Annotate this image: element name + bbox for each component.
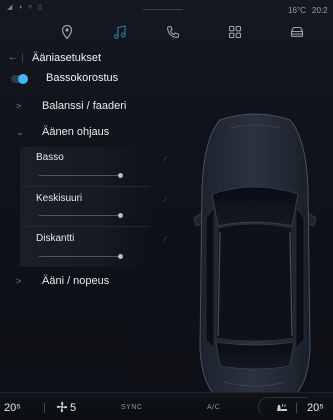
treble-slider-label: Diskantti: [36, 233, 75, 244]
top-navigation: [0, 17, 333, 47]
bass-slider-label: Basso: [36, 152, 64, 163]
mid-slider-knob[interactable]: [118, 213, 123, 218]
driver-temperature[interactable]: 20⁵: [4, 402, 21, 414]
driver-temperature-value: 20: [4, 402, 17, 414]
status-divider: [143, 9, 183, 10]
car-icon[interactable]: [284, 21, 310, 43]
header-divider: [22, 53, 23, 63]
mid-slider-track[interactable]: [39, 215, 121, 216]
bass-boost-row[interactable]: Bassokorostus: [0, 70, 170, 88]
equalizer-panel: [20, 147, 150, 267]
apps-grid-icon[interactable]: [222, 21, 248, 43]
page-title: Ääniasetukset: [32, 52, 102, 64]
bass-slider-knob[interactable]: [118, 173, 123, 178]
chevron-down-icon: ⌄: [16, 127, 24, 137]
ac-button[interactable]: A/C: [207, 404, 220, 411]
toggle-knob: [18, 74, 28, 84]
sound-settings-header: ← Ääniasetukset: [0, 50, 170, 68]
clock: 20:2: [312, 6, 328, 15]
treble-slider-marker: ⁄: [165, 236, 167, 243]
phone-icon[interactable]: [160, 21, 186, 43]
passenger-temperature-decimal: ⁵: [319, 402, 324, 414]
passenger-temperature[interactable]: 20⁵: [307, 402, 324, 414]
status-icons: ◢ ◖ ▿ ▯: [7, 4, 44, 11]
climate-divider: [44, 403, 45, 413]
treble-slider-track[interactable]: [39, 256, 121, 257]
sound-control-label: Äänen ohjaus: [42, 126, 110, 138]
speed-volume-row[interactable]: > Ääni / nopeus: [0, 273, 170, 291]
sync-button[interactable]: SYNC: [121, 404, 142, 411]
music-note-icon[interactable]: [107, 21, 133, 43]
passenger-temperature-value: 20: [307, 402, 320, 414]
mid-slider-label: Keskisuuri: [36, 193, 83, 204]
bass-slider-track[interactable]: [39, 175, 121, 176]
fan-icon[interactable]: [56, 401, 68, 413]
chevron-right-icon: >: [16, 276, 22, 286]
car-top-view-image: [193, 113, 317, 405]
treble-slider-knob[interactable]: [118, 254, 123, 259]
seat-heating-icon[interactable]: [276, 402, 289, 413]
slider-divider: [20, 226, 150, 227]
sound-control-row[interactable]: ⌄ Äänen ohjaus: [0, 124, 170, 142]
balance-fader-label: Balanssi / faaderi: [42, 100, 127, 112]
bass-boost-toggle[interactable]: [11, 74, 28, 84]
outside-temperature: 16°C: [288, 6, 306, 15]
climate-divider: [296, 403, 297, 413]
bass-slider-marker: ⁄: [165, 156, 167, 163]
climate-bar: 20⁵ 5 SYNC A/C 20⁵: [0, 392, 333, 420]
location-pin-icon[interactable]: [54, 21, 80, 43]
mid-slider-marker: ⁄: [165, 197, 167, 204]
fan-speed-value[interactable]: 5: [70, 402, 76, 414]
balance-fader-row[interactable]: > Balanssi / faaderi: [0, 98, 170, 116]
chevron-right-icon: >: [16, 101, 22, 111]
slider-divider: [20, 186, 150, 187]
back-arrow-icon[interactable]: ←: [8, 52, 18, 63]
bass-boost-label: Bassokorostus: [46, 72, 119, 84]
driver-temperature-decimal: ⁵: [16, 402, 21, 414]
status-bar: ◢ ◖ ▿ ▯ 16°C 20:2: [0, 0, 333, 17]
speed-volume-label: Ääni / nopeus: [42, 275, 110, 287]
infotainment-screen: ◢ ◖ ▿ ▯ 16°C 20:2 ← Ääniasetukset Bassok…: [0, 0, 333, 420]
